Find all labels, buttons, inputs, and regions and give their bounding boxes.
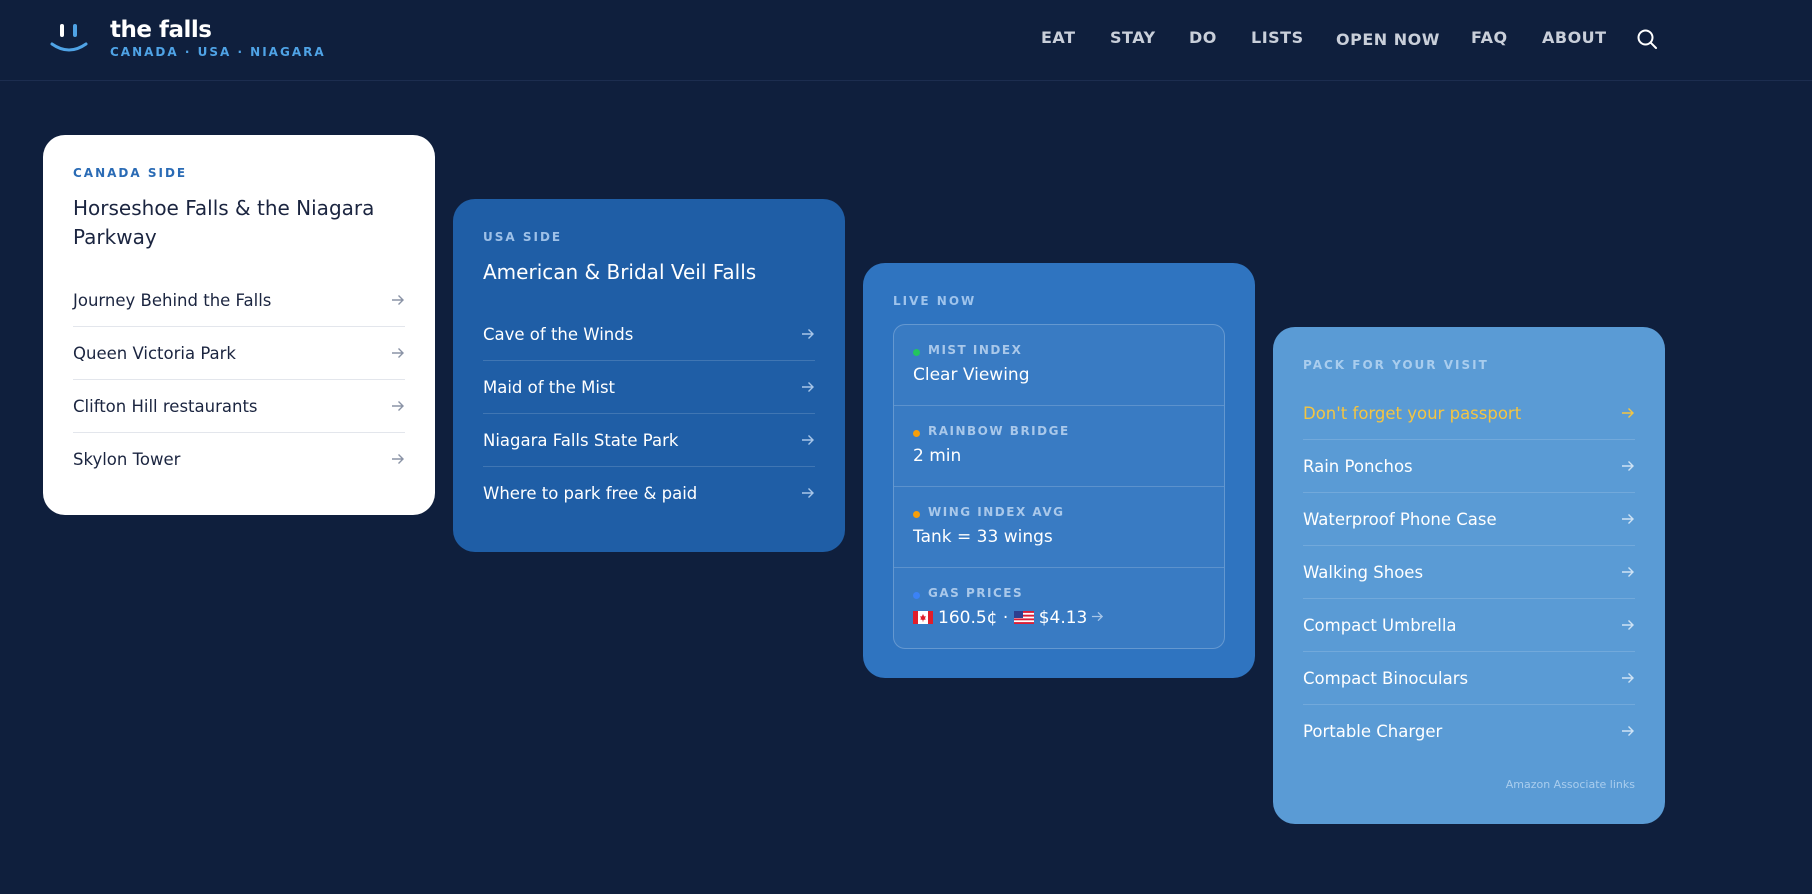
- live-row-label: GAS PRICES: [928, 586, 1024, 600]
- list-item-label: Skylon Tower: [73, 450, 181, 469]
- card-eyebrow: CANADA SIDE: [73, 166, 188, 180]
- canada-flag-icon: [913, 611, 933, 624]
- gas-price-separator: ·: [1002, 608, 1009, 628]
- live-row-rainbow-bridge[interactable]: RAINBOW BRIDGE 2 min: [894, 406, 1224, 487]
- arrow-right-icon: [1622, 408, 1634, 418]
- live-row-label: WING INDEX AVG: [928, 505, 1065, 519]
- list-item-label: Cave of the Winds: [483, 324, 634, 344]
- arrow-right-icon: [1622, 620, 1634, 630]
- list-item[interactable]: Niagara Falls State Park: [483, 414, 815, 467]
- status-dot-icon: [913, 592, 920, 599]
- nav-item-do[interactable]: DO: [1189, 28, 1217, 47]
- arrow-right-icon: [1622, 673, 1634, 683]
- list-item[interactable]: Journey Behind the Falls: [73, 274, 405, 327]
- list-item-label: Where to park free & paid: [483, 484, 698, 503]
- arrow-right-icon: [802, 435, 814, 445]
- pack-for-visit-card: PACK FOR YOUR VISIT Don't forget your pa…: [1273, 327, 1665, 824]
- arrow-right-icon: [1622, 726, 1634, 736]
- list-item[interactable]: Skylon Tower: [73, 433, 405, 486]
- live-row-wing-index[interactable]: WING INDEX AVG Tank = 33 wings: [894, 487, 1224, 568]
- live-status-panel: MIST INDEX Clear Viewing RAINBOW BRIDGE …: [893, 324, 1225, 649]
- arrow-right-icon: [392, 295, 404, 305]
- link-list: Journey Behind the Falls Queen Victoria …: [73, 274, 405, 486]
- list-item[interactable]: Where to park free & paid: [483, 467, 815, 520]
- list-item-label: Rain Ponchos: [1303, 456, 1413, 476]
- nav-item-open-now[interactable]: OPEN NOW: [1336, 30, 1440, 49]
- list-item-label: Compact Umbrella: [1303, 615, 1457, 635]
- arrow-right-icon: [1622, 514, 1634, 524]
- arrow-right-icon: [392, 454, 404, 464]
- card-eyebrow: PACK FOR YOUR VISIT: [1303, 358, 1489, 372]
- list-item-label: Compact Binoculars: [1303, 668, 1469, 688]
- affiliate-footnote: Amazon Associate links: [1505, 778, 1635, 791]
- arrow-right-icon: [802, 329, 814, 339]
- list-item[interactable]: Maid of the Mist: [483, 361, 815, 414]
- nav-item-about[interactable]: ABOUT: [1542, 28, 1607, 47]
- arrow-right-icon: [392, 401, 404, 411]
- canada-side-card: CANADA SIDE Horseshoe Falls & the Niagar…: [43, 135, 435, 515]
- card-eyebrow: USA SIDE: [483, 230, 563, 244]
- nav-item-lists[interactable]: LISTS: [1251, 28, 1304, 47]
- nav-item-faq[interactable]: FAQ: [1471, 28, 1508, 47]
- live-row-mist-index[interactable]: MIST INDEX Clear Viewing: [894, 325, 1224, 406]
- list-item-label: Clifton Hill restaurants: [73, 396, 258, 416]
- link-list: Don't forget your passport Rain Ponchos …: [1303, 387, 1635, 758]
- site-header: the falls CANADA · USA · NIAGARA EAT STA…: [0, 0, 1812, 81]
- list-item-label: Queen Victoria Park: [73, 343, 236, 363]
- card-eyebrow: LIVE NOW: [893, 294, 977, 308]
- list-item[interactable]: Compact Binoculars: [1303, 652, 1635, 705]
- list-item-label: Don't forget your passport: [1303, 403, 1522, 423]
- list-item-label: Journey Behind the Falls: [73, 290, 272, 310]
- list-item[interactable]: Clifton Hill restaurants: [73, 380, 405, 433]
- live-now-card: LIVE NOW MIST INDEX Clear Viewing RAINBO…: [863, 263, 1255, 678]
- list-item[interactable]: Compact Umbrella: [1303, 599, 1635, 652]
- list-item[interactable]: Rain Ponchos: [1303, 440, 1635, 493]
- list-item-label: Walking Shoes: [1303, 562, 1424, 582]
- gas-price-canada: 160.5¢: [938, 608, 998, 628]
- nav-item-stay[interactable]: STAY: [1110, 28, 1156, 47]
- list-item[interactable]: Walking Shoes: [1303, 546, 1635, 599]
- arrow-right-icon: [1092, 611, 1104, 622]
- link-list: Cave of the Winds Maid of the Mist Niaga…: [483, 308, 815, 520]
- list-item[interactable]: Queen Victoria Park: [73, 327, 405, 380]
- live-row-value: 160.5¢ · $4.13: [913, 608, 1104, 628]
- arrow-right-icon: [802, 488, 814, 498]
- list-item-label: Maid of the Mist: [483, 377, 616, 397]
- status-dot-icon: [913, 511, 920, 518]
- main-nav: EAT STAY DO LISTS OPEN NOW FAQ ABOUT: [0, 28, 1812, 52]
- search-icon[interactable]: [1636, 28, 1658, 50]
- status-dot-icon: [913, 349, 920, 356]
- card-title: American & Bridal Veil Falls: [483, 260, 757, 284]
- live-row-value: Clear Viewing: [913, 365, 1030, 385]
- live-row-value: Tank = 33 wings: [913, 527, 1053, 547]
- card-title: Horseshoe Falls & the Niagara Parkway: [73, 196, 375, 249]
- list-item[interactable]: Portable Charger: [1303, 705, 1635, 758]
- live-row-gas-prices[interactable]: GAS PRICES 160.5¢ · $4.13: [894, 568, 1224, 649]
- live-row-label: MIST INDEX: [928, 343, 1023, 357]
- arrow-right-icon: [1622, 567, 1634, 577]
- status-dot-icon: [913, 430, 920, 437]
- arrow-right-icon: [1622, 461, 1634, 471]
- list-item[interactable]: Cave of the Winds: [483, 308, 815, 361]
- gas-price-usa: $4.13: [1038, 608, 1088, 628]
- nav-item-eat[interactable]: EAT: [1041, 28, 1075, 47]
- arrow-right-icon: [392, 348, 404, 358]
- usa-flag-icon: [1013, 611, 1034, 624]
- live-row-value: 2 min: [913, 446, 962, 466]
- list-item-label: Waterproof Phone Case: [1303, 509, 1497, 529]
- list-item-label: Portable Charger: [1303, 722, 1443, 741]
- arrow-right-icon: [802, 382, 814, 392]
- live-row-label: RAINBOW BRIDGE: [928, 424, 1070, 438]
- usa-side-card: USA SIDE American & Bridal Veil Falls Ca…: [453, 199, 845, 552]
- list-item-label: Niagara Falls State Park: [483, 430, 679, 450]
- list-item-passport[interactable]: Don't forget your passport: [1303, 387, 1635, 440]
- list-item[interactable]: Waterproof Phone Case: [1303, 493, 1635, 546]
